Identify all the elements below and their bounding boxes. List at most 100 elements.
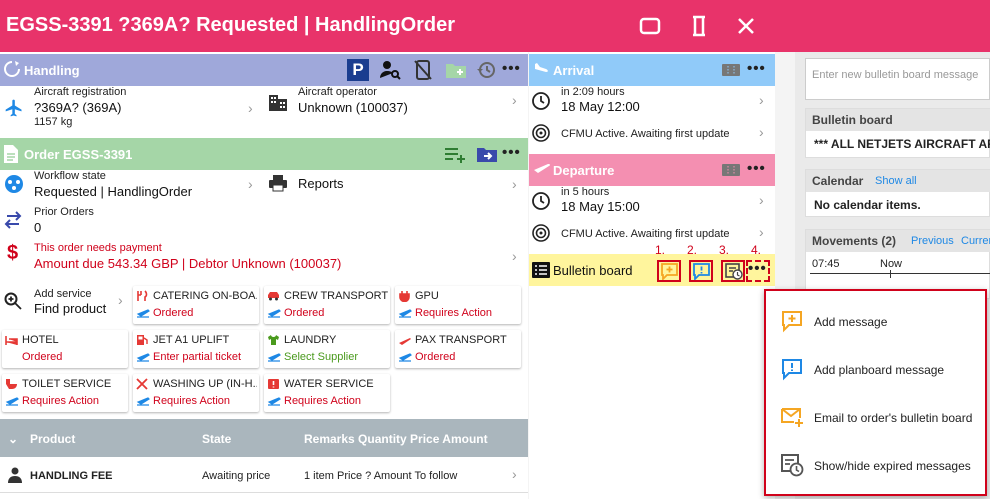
history-icon[interactable]: [476, 60, 496, 80]
expired-messages-icon: [725, 263, 743, 280]
arrival-eta-value: 18 May 12:00: [561, 99, 640, 114]
add-folder-icon[interactable]: [445, 61, 467, 79]
chevron-right-icon: ›: [759, 124, 764, 140]
col-product[interactable]: Product: [30, 432, 75, 446]
chevron-right-icon: ›: [248, 176, 253, 192]
calendar-empty: No calendar items.: [814, 198, 921, 212]
bulletin-more-highlight: [746, 260, 770, 282]
annotation-label: 2.: [687, 243, 698, 257]
arrival-icon: [533, 63, 551, 77]
popup-item-show-hide-expired[interactable]: Show/hide expired messages: [766, 445, 985, 485]
arrival-more-icon[interactable]: •••: [747, 60, 766, 77]
person-icon: [8, 467, 22, 483]
minimize-icon[interactable]: [638, 14, 662, 38]
departure-plane-icon: [5, 397, 19, 406]
service-tile[interactable]: CATERING ON-BOA... Ordered: [133, 286, 259, 324]
popup-item-label: Add planboard message: [814, 363, 945, 377]
add-message-icon: [661, 263, 678, 280]
departure-etd-row[interactable]: in 5 hours 18 May 15:00 ›: [529, 186, 775, 218]
ticket-icon[interactable]: [722, 64, 740, 76]
movements-previous-link[interactable]: Previous: [911, 235, 954, 247]
add-message-button[interactable]: [657, 260, 681, 282]
service-status: Requires Action: [153, 395, 231, 407]
add-service-button[interactable]: Add service Find product ›: [0, 286, 130, 324]
popup-item-add-message[interactable]: Add message: [766, 301, 985, 341]
service-tile[interactable]: WASHING UP (IN-H... Requires Action: [133, 374, 259, 412]
swap-icon: [4, 211, 22, 229]
service-status: Ordered: [153, 307, 194, 319]
search-add-icon: [4, 292, 22, 310]
annotation-label: 1.: [655, 243, 666, 257]
chevron-right-icon: ›: [512, 466, 517, 482]
person-search-icon[interactable]: [379, 60, 401, 80]
calendar-show-all-link[interactable]: Show all: [875, 175, 917, 187]
bulletin-input[interactable]: Enter new bulletin board message: [805, 58, 990, 100]
add-list-icon[interactable]: [444, 146, 466, 164]
handling-more-icon[interactable]: •••: [502, 60, 521, 77]
add-planboard-message-button[interactable]: [689, 260, 713, 282]
payment-row[interactable]: $ This order needs payment Amount due 54…: [0, 240, 528, 276]
service-status: Ordered: [22, 351, 63, 363]
chevron-right-icon: ›: [512, 248, 517, 264]
departure-plane-icon: [398, 353, 412, 362]
show-hide-expired-button[interactable]: [721, 260, 745, 282]
workflow-label: Workflow state: [34, 170, 106, 182]
col-remarks-quantity-price-amount[interactable]: Remarks Quantity Price Amount: [304, 432, 488, 446]
service-tile[interactable]: LAUNDRY Select Supplier: [264, 330, 390, 368]
service-tile[interactable]: JET A1 UPLIFT Enter partial ticket: [133, 330, 259, 368]
service-tile[interactable]: PAX TRANSPORT Ordered: [395, 330, 521, 368]
departure-cfmu-row[interactable]: CFMU Active. Awaiting first update ›: [529, 220, 775, 250]
payment-label: This order needs payment: [34, 242, 162, 254]
collapse-icon[interactable]: ⌄: [8, 432, 18, 446]
ticket-icon[interactable]: [722, 164, 740, 176]
printer-icon: [269, 175, 287, 192]
bulletin-message[interactable]: *** ALL NETJETS AIRCRAFT ARE: [814, 137, 990, 151]
departure-plane-icon: [136, 353, 150, 362]
arrival-cfmu-row[interactable]: CFMU Active. Awaiting first update ›: [529, 120, 775, 150]
bulletin-title: Bulletin board: [553, 263, 633, 278]
planboard-message-icon: [782, 359, 802, 381]
chevron-right-icon: ›: [759, 192, 764, 208]
reports-row[interactable]: Reports ›: [264, 170, 528, 206]
service-status: Requires Action: [22, 395, 100, 407]
service-tile[interactable]: HOTEL Ordered: [2, 330, 128, 368]
refresh-icon: [4, 61, 20, 77]
parking-icon[interactable]: P: [347, 59, 369, 81]
no-phone-icon[interactable]: [413, 59, 433, 81]
service-tile[interactable]: GPU Requires Action: [395, 286, 521, 324]
col-state[interactable]: State: [202, 432, 231, 446]
service-tile[interactable]: TOILET SERVICE Requires Action: [2, 374, 128, 412]
popup-item-email[interactable]: Email to order's bulletin board: [766, 397, 985, 437]
timeline-now: Now: [880, 258, 903, 270]
movements-current-link[interactable]: Curren: [961, 235, 990, 247]
departure-icon: [533, 164, 551, 177]
workflow-state-row[interactable]: Workflow state Requested | HandlingOrder…: [0, 170, 264, 206]
departure-plane-icon: [267, 397, 281, 406]
departure-more-icon[interactable]: •••: [747, 160, 766, 177]
order-more-icon[interactable]: •••: [502, 144, 521, 161]
popup-item-add-planboard-message[interactable]: Add planboard message: [766, 349, 985, 389]
add-message-icon: [782, 311, 802, 333]
arrival-eta-row[interactable]: in 2:09 hours 18 May 12:00 ›: [529, 86, 775, 118]
service-status: Select Supplier: [284, 351, 358, 363]
arrival-header: Arrival •••: [529, 54, 775, 86]
timeline-time: 07:45: [812, 258, 840, 270]
table-row[interactable]: HANDLING FEE Awaiting price 1 item Price…: [0, 457, 528, 493]
prior-orders-row[interactable]: Prior Orders 0: [0, 206, 528, 240]
handling-header: Handling P •••: [0, 54, 528, 86]
departure-plane-icon: [267, 309, 281, 318]
maximize-icon[interactable]: [687, 14, 711, 38]
aircraft-operator-row[interactable]: Aircraft operator Unknown (100037) ›: [264, 86, 528, 130]
car-icon: [268, 292, 279, 301]
service-tile[interactable]: WATER SERVICE Requires Action: [264, 374, 390, 412]
timeline-now-marker: [890, 270, 891, 278]
left-column: Handling P ••• Aircraft registration ?36…: [0, 52, 528, 499]
aircraft-registration-row[interactable]: Aircraft registration ?369A? (369A) 1157…: [0, 86, 264, 130]
service-tile[interactable]: CREW TRANSPORT Ordered: [264, 286, 390, 324]
movements-title: Movements (2): [812, 234, 897, 248]
reports-label: Reports: [298, 176, 344, 191]
registration-value: ?369A? (369A): [34, 100, 122, 115]
airplane-icon: [5, 99, 22, 117]
close-icon[interactable]: [734, 14, 758, 38]
move-folder-icon[interactable]: [476, 145, 498, 163]
